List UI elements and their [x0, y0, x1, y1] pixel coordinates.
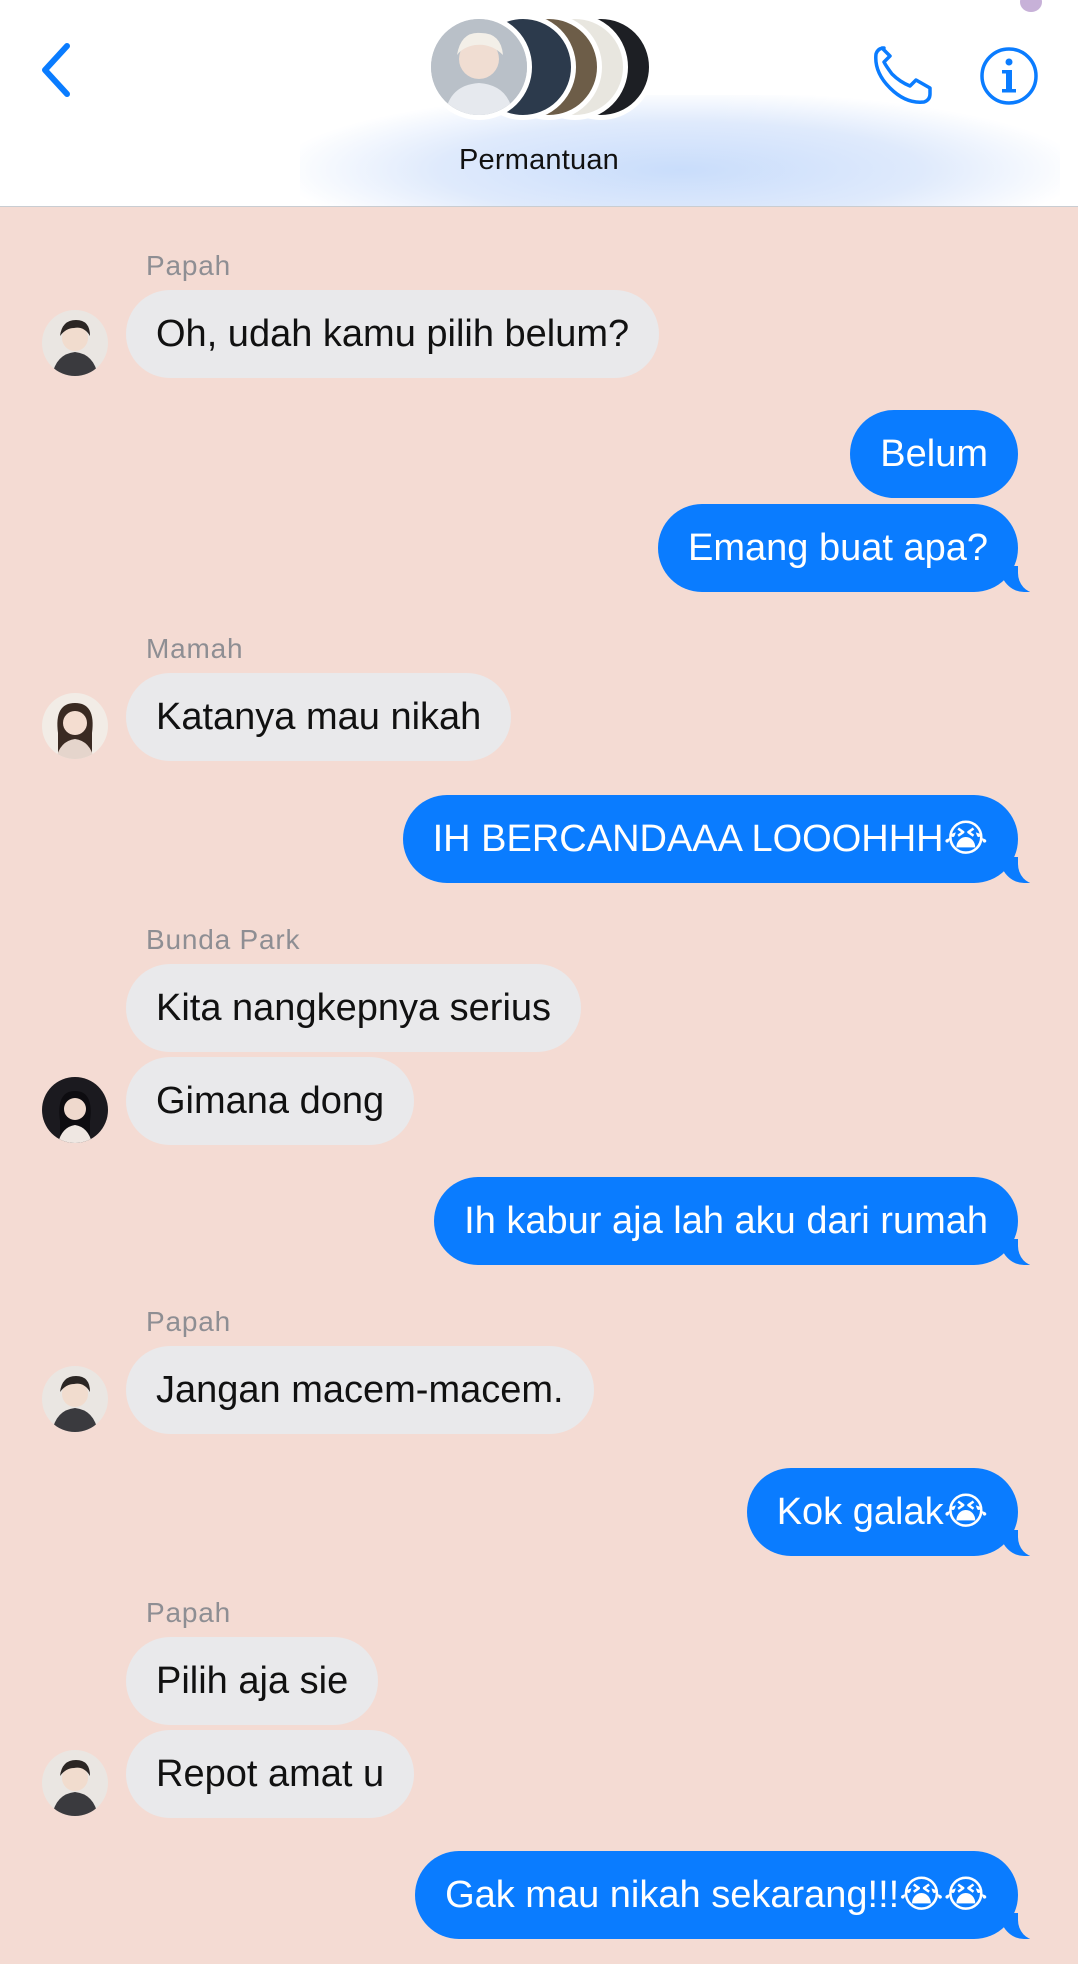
incoming-message[interactable]: Pilih aja sie — [126, 1637, 379, 1725]
person-photo-icon — [431, 19, 527, 115]
bunda-park-avatar[interactable] — [42, 1077, 108, 1143]
chat-header: Permantuan — [0, 0, 1078, 207]
outgoing-message[interactable]: Belum — [850, 410, 1018, 498]
sender-name: Papah — [146, 250, 231, 281]
outgoing-message[interactable]: IH BERCANDAAA LOOOHHH😭 — [402, 795, 1049, 884]
info-button[interactable] — [978, 45, 1040, 107]
incoming-message[interactable]: Katanya mau nikah — [126, 673, 512, 761]
outgoing-message[interactable]: Ih kabur aja lah aku dari rumah — [434, 1177, 1048, 1266]
sender-name: Bunda Park — [146, 924, 301, 955]
mamah-avatar[interactable] — [42, 693, 108, 759]
incoming-message[interactable]: Repot amat u — [126, 1730, 415, 1818]
outgoing-message[interactable]: Emang buat apa? — [657, 504, 1049, 593]
corner-dot — [1020, 0, 1042, 12]
chevron-left-icon — [42, 43, 70, 97]
info-icon — [980, 47, 1038, 105]
incoming-message[interactable]: Gimana dong — [126, 1057, 415, 1145]
incoming-message[interactable]: Jangan macem-macem. — [126, 1346, 594, 1434]
phone-icon — [874, 46, 932, 104]
sender-name: Papah — [146, 1597, 231, 1628]
incoming-message[interactable]: Oh, udah kamu pilih belum? — [126, 290, 660, 378]
message-list[interactable]: Papah Oh, udah kamu pilih belum? Belum E… — [0, 208, 1078, 1964]
outgoing-message[interactable]: Gak mau nikah sekarang!!!😭😭 — [415, 1851, 1048, 1940]
group-avatars[interactable] — [426, 14, 656, 122]
papah-avatar[interactable] — [42, 310, 108, 376]
papah-avatar[interactable] — [42, 1750, 108, 1816]
outgoing-message[interactable]: Kok galak😭 — [746, 1468, 1049, 1557]
incoming-message[interactable]: Kita nangkepnya serius — [126, 964, 582, 1052]
group-name[interactable]: Permantuan — [0, 144, 1078, 177]
papah-avatar[interactable] — [42, 1366, 108, 1432]
back-button[interactable] — [30, 38, 80, 102]
sender-name: Mamah — [146, 633, 244, 664]
call-button[interactable] — [870, 42, 936, 108]
sender-name: Papah — [146, 1306, 231, 1337]
member-avatar — [426, 14, 532, 120]
